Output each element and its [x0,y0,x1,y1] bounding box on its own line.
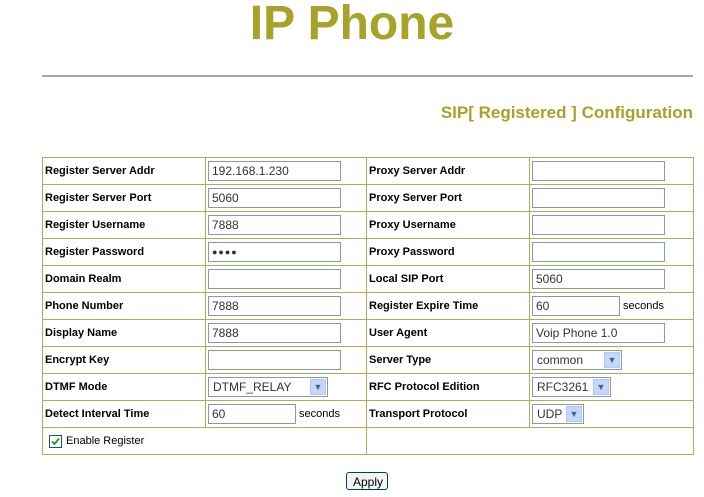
table-row: Enable Register [42,427,694,455]
check-icon [51,437,60,445]
chevron-down-icon[interactable]: ▼ [310,379,326,395]
server-type-select[interactable]: common ▼ [532,350,622,370]
register-username-label: Register Username [42,211,206,239]
transport-protocol-label: Transport Protocol [366,400,530,428]
chevron-down-icon[interactable]: ▼ [593,379,609,395]
page-title: IP Phone [249,0,455,50]
proxy-username-input[interactable] [532,215,665,235]
user-agent-input[interactable] [532,323,665,343]
table-row: Phone Number Register Expire Time second… [42,292,694,320]
dtmf-mode-select[interactable]: DTMF_RELAY ▼ [208,377,328,397]
table-row: Domain Realm Local SIP Port [42,265,694,293]
register-password-label: Register Password [42,238,206,266]
phone-number-input[interactable] [208,296,341,316]
enable-register-label: Enable Register [66,435,145,447]
proxy-server-addr-label: Proxy Server Addr [366,157,530,185]
table-row: Display Name User Agent [42,319,694,347]
encrypt-key-label: Encrypt Key [42,346,206,374]
proxy-password-input[interactable] [532,242,665,262]
detect-interval-time-label: Detect Interval Time [42,400,206,428]
domain-realm-input[interactable] [208,269,341,289]
table-row: Detect Interval Time seconds Transport P… [42,400,694,428]
display-name-label: Display Name [42,319,206,347]
register-password-input[interactable]: ●●●● [208,242,341,262]
detect-interval-time-input[interactable] [208,404,296,424]
proxy-password-label: Proxy Password [366,238,530,266]
rfc-protocol-edition-select[interactable]: RFC3261 ▼ [532,377,611,397]
proxy-server-port-input[interactable] [532,188,665,208]
proxy-server-port-label: Proxy Server Port [366,184,530,212]
local-sip-port-input[interactable] [532,269,665,289]
encrypt-key-input[interactable] [208,350,341,370]
rfc-protocol-edition-label: RFC Protocol Edition [366,373,530,401]
user-agent-label: User Agent [366,319,530,347]
local-sip-port-label: Local SIP Port [366,265,530,293]
server-type-value: common [537,353,584,367]
transport-protocol-value: UDP [537,407,563,421]
register-server-port-input[interactable] [208,188,341,208]
divider [42,75,693,77]
register-server-addr-label: Register Server Addr [42,157,206,185]
display-name-input[interactable] [208,323,341,343]
table-row: Register Username Proxy Username [42,211,694,239]
register-expire-time-input[interactable] [532,296,620,316]
chevron-down-icon[interactable]: ▼ [566,406,582,422]
register-username-input[interactable] [208,215,341,235]
section-title: SIP[ Registered ] Configuration [440,103,693,122]
apply-button[interactable]: Apply [346,472,388,490]
chevron-down-icon[interactable]: ▼ [604,352,620,368]
detect-unit-label: seconds [299,408,340,420]
server-type-label: Server Type [366,346,530,374]
expire-unit-label: seconds [623,300,664,312]
table-row: Register Password ●●●● Proxy Password [42,238,694,266]
phone-number-label: Phone Number [42,292,206,320]
enable-register-checkbox[interactable] [49,434,62,448]
table-row: Register Server Port Proxy Server Port [42,184,694,212]
empty-cell [366,427,694,455]
table-row: DTMF Mode DTMF_RELAY ▼ RFC Protocol Editi… [42,373,694,401]
proxy-username-label: Proxy Username [366,211,530,239]
dtmf-mode-value: DTMF_RELAY [213,380,292,394]
register-server-port-label: Register Server Port [42,184,206,212]
register-server-addr-input[interactable] [208,161,341,181]
table-row: Encrypt Key Server Type common ▼ [42,346,694,374]
proxy-server-addr-input[interactable] [532,161,665,181]
table-row: Register Server Addr Proxy Server Addr [42,157,694,185]
dtmf-mode-label: DTMF Mode [42,373,206,401]
domain-realm-label: Domain Realm [42,265,206,293]
register-expire-time-label: Register Expire Time [366,292,530,320]
rfc-protocol-edition-value: RFC3261 [537,380,589,394]
transport-protocol-select[interactable]: UDP ▼ [532,404,584,424]
sip-config-table: Register Server Addr Proxy Server Addr R… [42,157,694,455]
